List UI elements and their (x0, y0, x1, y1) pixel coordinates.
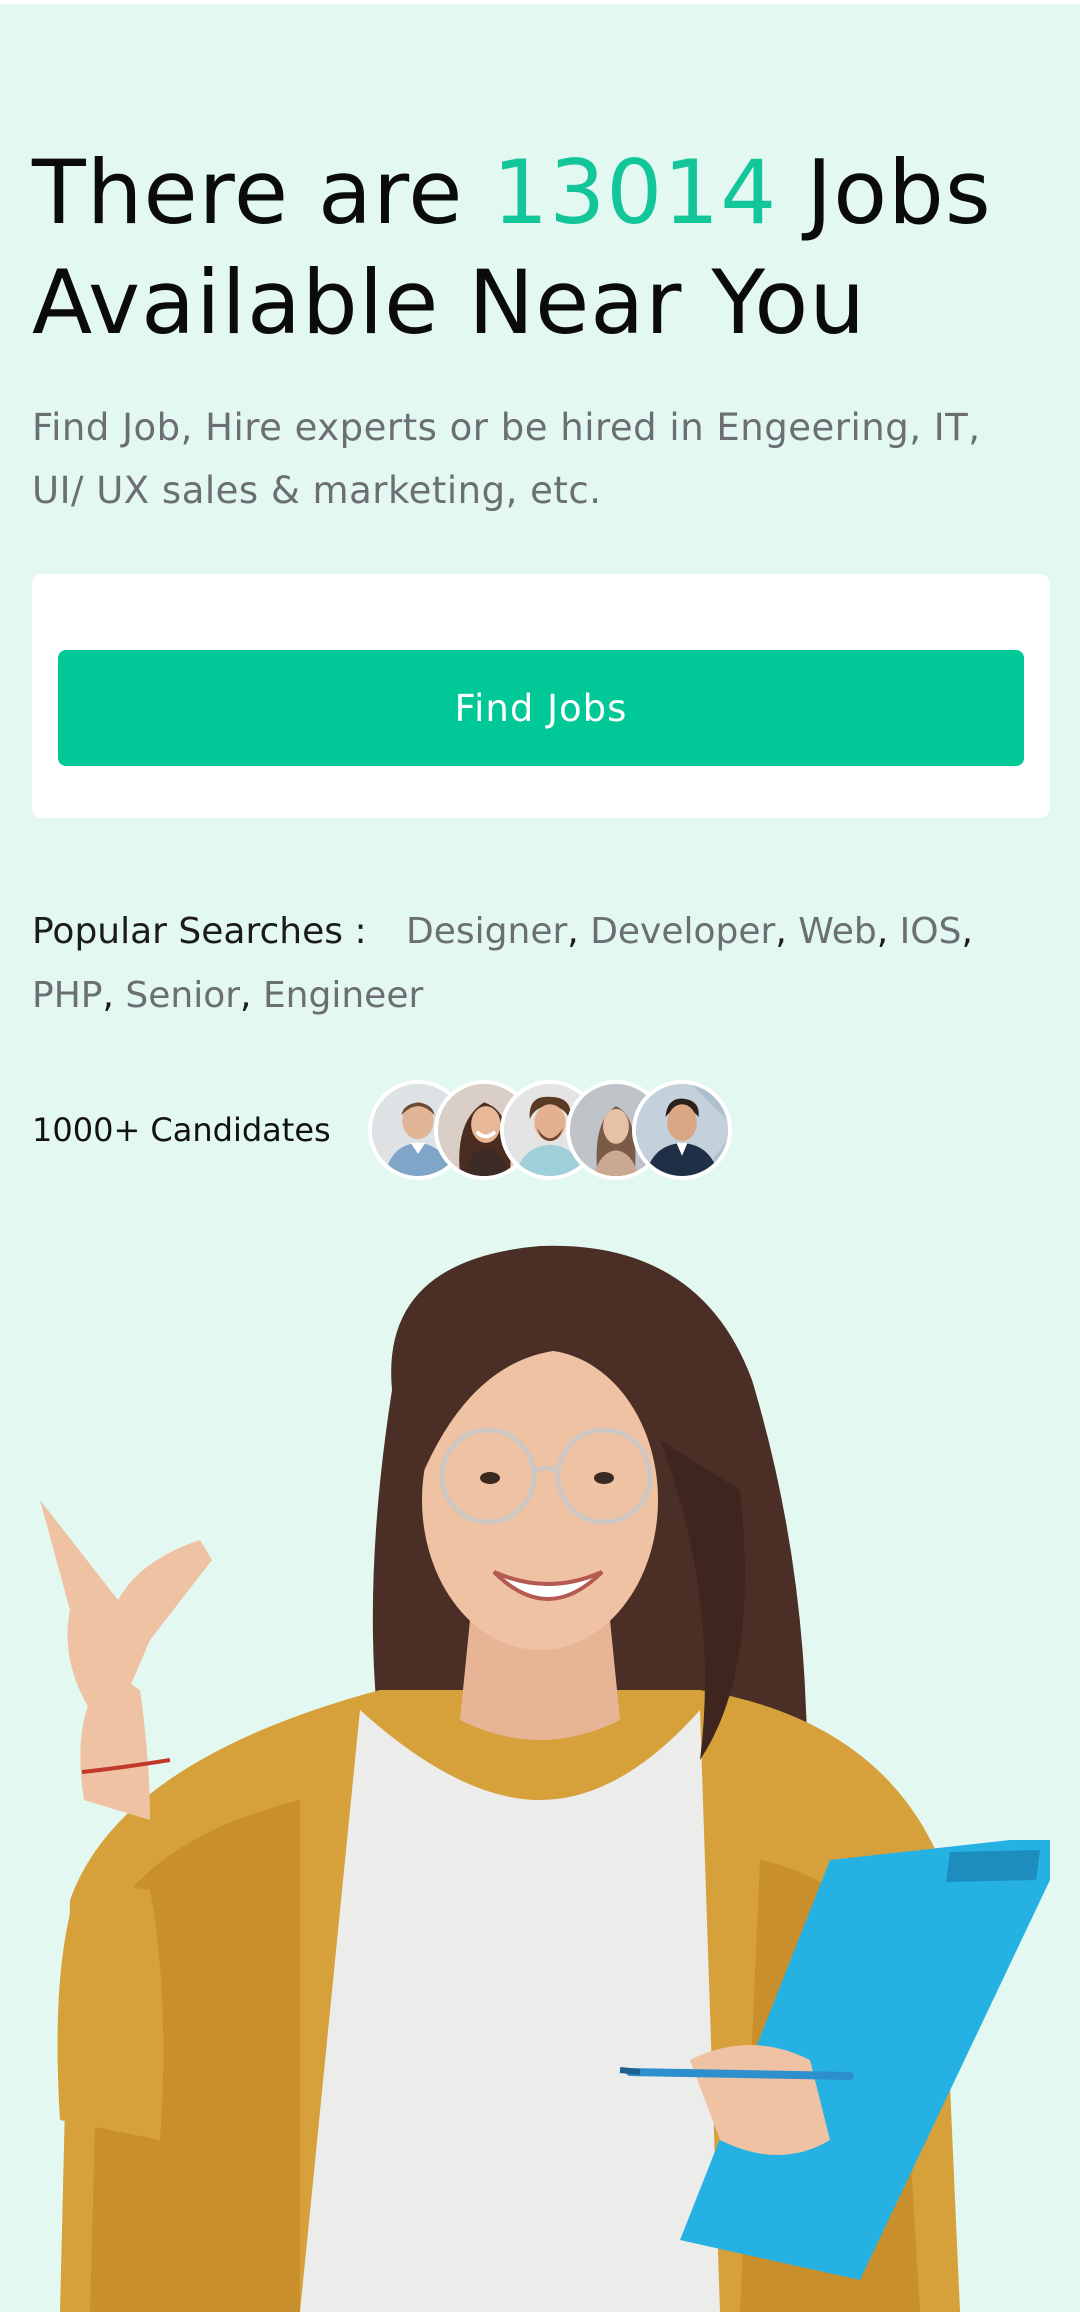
popular-tag-ios[interactable]: IOS (900, 911, 962, 952)
popular-tag-senior[interactable]: Senior (125, 975, 240, 1016)
popular-tag-web[interactable]: Web (798, 911, 877, 952)
hero-title: There are 13014 Jobs Available Near You (32, 138, 1052, 358)
popular-tag-designer[interactable]: Designer (406, 911, 567, 952)
title-prefix: There are (32, 141, 493, 244)
popular-tag-php[interactable]: PHP (32, 975, 103, 1016)
popular-searches: Popular Searches : Designer, Developer, … (32, 911, 973, 1016)
popular-searches-label: Popular Searches : (32, 911, 367, 952)
candidate-avatar-5 (632, 1080, 732, 1180)
find-jobs-button[interactable]: Find Jobs (58, 650, 1024, 766)
popular-tag-developer[interactable]: Developer (590, 911, 775, 952)
popular-tag-engineer[interactable]: Engineer (263, 975, 423, 1016)
hero-woman-illustration (40, 1245, 1050, 2312)
title-middle: Jobs (777, 141, 992, 244)
landing-page: There are 13014 Jobs Available Near You F… (0, 0, 1080, 2312)
candidates-row: 1000+ Candidates (32, 1080, 792, 1180)
top-strip (0, 0, 1080, 4)
search-card: Find Jobs (32, 574, 1050, 818)
candidates-label: 1000+ Candidates (32, 1111, 331, 1149)
title-line-2: Available Near You (32, 251, 867, 354)
hero-image (0, 1240, 1080, 2312)
hero-subtitle: Find Job, Hire experts or be hired in En… (32, 406, 981, 512)
job-count: 13014 (492, 141, 778, 244)
avatar-businessman-icon (636, 1084, 728, 1176)
